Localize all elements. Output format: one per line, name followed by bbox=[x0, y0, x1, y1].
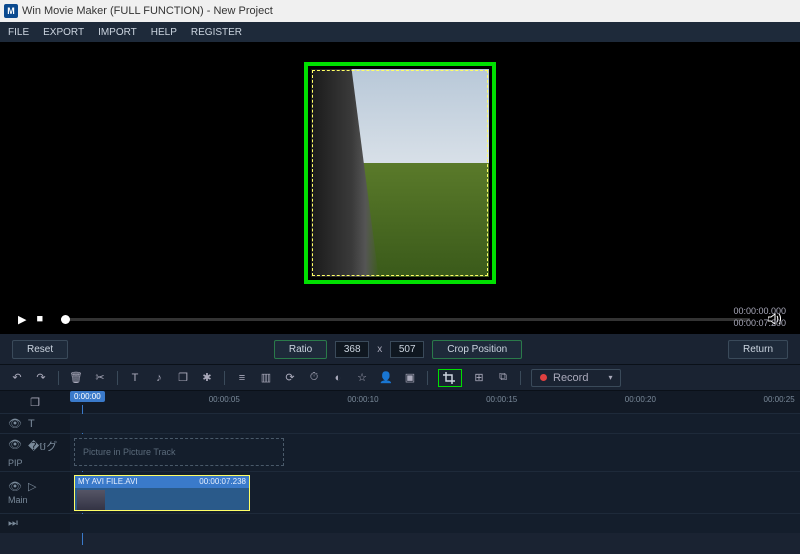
star-icon[interactable]: ☆ bbox=[355, 371, 369, 384]
crop-width-input[interactable] bbox=[335, 341, 369, 358]
pip-tool-icon[interactable]: ❐ bbox=[176, 371, 190, 384]
video-clip[interactable]: MY AVI FILE.AVI 00:00:07.238 bbox=[74, 475, 250, 511]
effects-icon[interactable]: ✱ bbox=[200, 371, 214, 384]
audio-track-body[interactable] bbox=[70, 514, 800, 533]
play-button[interactable]: ▶ bbox=[18, 313, 26, 326]
pip-placeholder[interactable]: Picture in Picture Track bbox=[74, 438, 284, 466]
playback-bar: ▶ ■ 00:00:00.000 00:00:07.200 bbox=[0, 304, 800, 334]
menubar: FILE EXPORT IMPORT HELP REGISTER bbox=[0, 22, 800, 42]
ruler-tick: 00:00:15 bbox=[486, 395, 517, 404]
crop-marquee[interactable] bbox=[312, 70, 488, 276]
zoom-controls: ❐ bbox=[0, 396, 70, 409]
pip-track-body[interactable]: Picture in Picture Track bbox=[70, 434, 800, 471]
crop-height-input[interactable] bbox=[390, 341, 424, 358]
timeline: ❐ 0:00:00 00:00:05 00:00:10 00:00:15 00:… bbox=[0, 390, 800, 533]
delete-icon[interactable]: 🗑 bbox=[69, 371, 83, 384]
menu-import[interactable]: IMPORT bbox=[98, 27, 137, 38]
ratio-button[interactable]: Ratio bbox=[274, 340, 327, 359]
text-track-icon: T bbox=[28, 418, 35, 430]
return-button[interactable]: Return bbox=[728, 340, 788, 359]
record-dot-icon bbox=[540, 374, 547, 381]
eye-icon[interactable]: 👁 bbox=[8, 438, 22, 456]
ruler-tick: 00:00:25 bbox=[764, 395, 795, 404]
crop-position-button[interactable]: Crop Position bbox=[432, 340, 522, 359]
person-icon[interactable]: 👤 bbox=[379, 371, 393, 384]
columns-icon[interactable]: ▥ bbox=[259, 371, 273, 384]
layers-icon[interactable]: ❐ bbox=[30, 396, 40, 409]
clip-duration: 00:00:07.238 bbox=[199, 476, 246, 488]
time-total: 00:00:07.200 bbox=[733, 317, 786, 329]
undo-icon[interactable]: ↶ bbox=[10, 371, 24, 384]
main-track-row: 👁 ▷ Main MY AVI FILE.AVI 00:00:07.238 bbox=[0, 471, 800, 513]
app-logo: M bbox=[4, 4, 18, 18]
timeline-toolbar: ↶ ↷ 🗑 ✂ T ♪ ❐ ✱ ≡ ▥ ⟳ ⏱ ◐ ☆ 👤 ▣ ⊞ ⧉ Reco… bbox=[0, 364, 800, 390]
crop-highlight-box bbox=[304, 62, 496, 284]
ruler-tick: 00:00:05 bbox=[209, 395, 240, 404]
window-title: Win Movie Maker (FULL FUNCTION) - New Pr… bbox=[22, 5, 273, 17]
playhead-time[interactable]: 0:00:00 bbox=[70, 391, 105, 402]
text-tool-icon[interactable]: T bbox=[128, 372, 142, 384]
cut-icon[interactable]: ✂ bbox=[93, 371, 107, 384]
camera-icon[interactable]: ▣ bbox=[403, 371, 417, 384]
window-titlebar: M Win Movie Maker (FULL FUNCTION) - New … bbox=[0, 0, 800, 22]
pip-track-row: 👁 �បグ PIP Picture in Picture Track bbox=[0, 433, 800, 471]
stop-button[interactable]: ■ bbox=[36, 313, 43, 325]
text-track-row: 👁 T bbox=[0, 413, 800, 433]
text-track-body[interactable] bbox=[70, 414, 800, 433]
menu-help[interactable]: HELP bbox=[151, 27, 177, 38]
ruler-tick: 00:00:10 bbox=[347, 395, 378, 404]
lock-icon[interactable]: �បグ bbox=[28, 438, 57, 456]
main-track-body[interactable]: MY AVI FILE.AVI 00:00:07.238 bbox=[70, 472, 800, 513]
link-icon[interactable]: ⧉ bbox=[496, 371, 510, 384]
rotate-icon[interactable]: ⟳ bbox=[283, 371, 297, 384]
eye-icon[interactable]: 👁 bbox=[8, 417, 22, 430]
video-preview bbox=[0, 42, 800, 304]
play-track-icon[interactable]: ▷ bbox=[28, 480, 36, 493]
main-track-label: Main bbox=[8, 495, 28, 505]
time-current: 00:00:00.000 bbox=[733, 305, 786, 317]
ratio-x-label: x bbox=[377, 344, 382, 355]
clip-thumbnail bbox=[77, 490, 105, 510]
reset-button[interactable]: Reset bbox=[12, 340, 68, 359]
timecode-display: 00:00:00.000 00:00:07.200 bbox=[733, 305, 786, 329]
music-tool-icon[interactable]: ♪ bbox=[152, 372, 166, 384]
timeline-ruler-row: ❐ 0:00:00 00:00:05 00:00:10 00:00:15 00:… bbox=[0, 391, 800, 413]
crop-tool-highlight bbox=[438, 369, 462, 387]
clip-name: MY AVI FILE.AVI bbox=[78, 476, 138, 488]
ruler-tick: 00:00:20 bbox=[625, 395, 656, 404]
skip-icon[interactable]: ⏭ bbox=[8, 517, 18, 530]
chevron-down-icon: ▾ bbox=[608, 373, 612, 382]
list-icon[interactable]: ≡ bbox=[235, 372, 249, 384]
progress-knob[interactable] bbox=[61, 315, 70, 324]
crop-controls-bar: Reset Ratio x Crop Position Return bbox=[0, 334, 800, 364]
speed-icon[interactable]: ⏱ bbox=[307, 371, 321, 384]
record-label: Record bbox=[553, 372, 588, 384]
menu-export[interactable]: EXPORT bbox=[43, 27, 84, 38]
redo-icon[interactable]: ↷ bbox=[34, 371, 48, 384]
audio-track-row: ⏭ bbox=[0, 513, 800, 533]
timeline-ruler[interactable]: 0:00:00 00:00:05 00:00:10 00:00:15 00:00… bbox=[70, 391, 800, 413]
record-dropdown[interactable]: Record ▾ bbox=[531, 369, 621, 387]
clip-icon[interactable]: ⊞ bbox=[472, 371, 486, 384]
clip-title-bar: MY AVI FILE.AVI 00:00:07.238 bbox=[75, 476, 249, 488]
crop-tool-icon[interactable] bbox=[443, 372, 457, 384]
eye-icon[interactable]: 👁 bbox=[8, 480, 22, 493]
menu-register[interactable]: REGISTER bbox=[191, 27, 242, 38]
progress-slider[interactable] bbox=[61, 318, 750, 321]
pip-track-label: PIP bbox=[8, 458, 23, 468]
menu-file[interactable]: FILE bbox=[8, 27, 29, 38]
contrast-icon[interactable]: ◐ bbox=[331, 372, 345, 384]
